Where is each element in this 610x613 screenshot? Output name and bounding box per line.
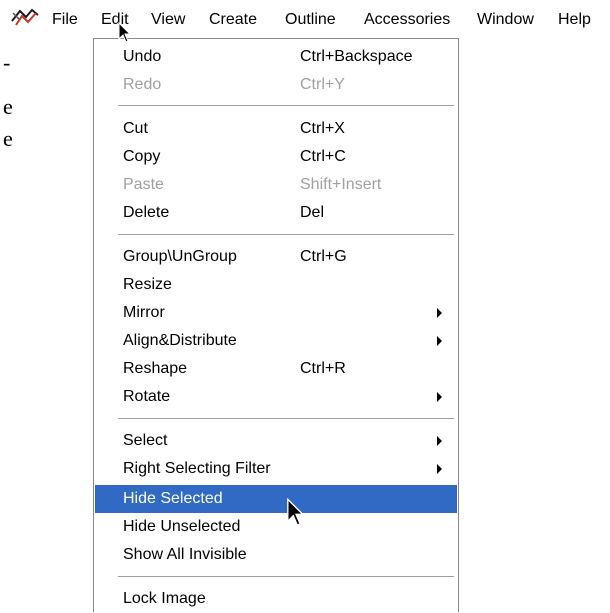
menu-item-align-distribute[interactable]: Align&Distribute <box>95 327 457 355</box>
menu-item-right-selecting-filter[interactable]: Right Selecting Filter <box>95 455 457 483</box>
menu-item-redo[interactable]: Redo Ctrl+Y <box>95 71 457 99</box>
menu-item-label: Paste <box>123 176 164 193</box>
menu-item-label: Right Selecting Filter <box>123 460 271 477</box>
menu-item-show-all-invisible[interactable]: Show All Invisible <box>95 541 457 569</box>
menu-help[interactable]: Help <box>558 10 591 30</box>
menu-item-label: Rotate <box>123 388 171 405</box>
menu-item-label: Select <box>123 432 168 449</box>
menu-separator <box>118 105 454 107</box>
menu-item-select[interactable]: Select <box>95 427 457 455</box>
menu-item-reshape[interactable]: Reshape Ctrl+R <box>95 355 457 383</box>
menu-item-label: Resize <box>123 276 172 293</box>
submenu-arrow-icon <box>437 308 442 318</box>
menu-item-delete[interactable]: Delete Del <box>95 199 457 227</box>
menu-item-label: Align&Distribute <box>123 332 237 349</box>
menu-item-paste[interactable]: Paste Shift+Insert <box>95 171 457 199</box>
menu-separator <box>118 576 454 578</box>
menu-separator <box>118 234 454 236</box>
submenu-arrow-icon <box>437 336 442 346</box>
menu-item-resize[interactable]: Resize <box>95 271 457 299</box>
background-text: e <box>3 126 13 151</box>
menu-item-hide-selected[interactable]: Hide Selected <box>95 485 457 513</box>
menu-item-mirror[interactable]: Mirror <box>95 299 457 327</box>
menu-item-group-ungroup[interactable]: Group\UnGroup Ctrl+G <box>95 243 457 271</box>
menu-item-label: Delete <box>123 204 170 221</box>
menu-item-rotate[interactable]: Rotate <box>95 383 457 411</box>
menu-separator <box>118 418 454 420</box>
menu-item-label: Copy <box>123 148 161 165</box>
menu-item-hide-unselected[interactable]: Hide Unselected <box>95 513 457 541</box>
menu-item-shortcut: Ctrl+X <box>300 120 345 137</box>
menu-item-label: Mirror <box>123 304 165 321</box>
menu-item-shortcut: Ctrl+Y <box>300 76 345 93</box>
menu-item-shortcut: Ctrl+R <box>300 360 346 377</box>
menu-outline[interactable]: Outline <box>285 10 336 30</box>
menu-item-label: Undo <box>123 48 162 65</box>
menu-window[interactable]: Window <box>477 10 534 30</box>
menu-item-cut[interactable]: Cut Ctrl+X <box>95 115 457 143</box>
menu-item-undo[interactable]: Undo Ctrl+Backspace <box>95 43 457 71</box>
menu-create[interactable]: Create <box>209 10 257 30</box>
mouse-pointer-icon <box>118 22 132 43</box>
menu-item-shortcut: Del <box>300 204 325 221</box>
menu-item-shortcut: Ctrl+Backspace <box>300 48 413 65</box>
menu-view[interactable]: View <box>151 10 185 30</box>
menu-item-shortcut: Ctrl+C <box>300 148 346 165</box>
menu-item-label: Redo <box>123 76 162 93</box>
menu-item-label: Lock Image <box>123 590 206 607</box>
menu-item-label: Hide Unselected <box>123 518 241 535</box>
mouse-pointer-icon <box>287 498 305 527</box>
menu-item-label: Hide Selected <box>123 490 223 507</box>
menu-file[interactable]: File <box>52 10 78 30</box>
menu-item-label: Show All Invisible <box>123 546 247 563</box>
menu-accessories[interactable]: Accessories <box>364 10 450 30</box>
app-logo-icon <box>11 8 39 26</box>
menu-item-shortcut: Shift+Insert <box>300 176 382 193</box>
edit-menu-dropdown: Undo Ctrl+Backspace Redo Ctrl+Y Cut Ctrl… <box>93 38 459 612</box>
menu-item-label: Cut <box>123 120 148 137</box>
background-text: - <box>3 50 11 75</box>
menu-item-label: Group\UnGroup <box>123 248 237 265</box>
menu-item-copy[interactable]: Copy Ctrl+C <box>95 143 457 171</box>
submenu-arrow-icon <box>437 464 442 474</box>
submenu-arrow-icon <box>437 392 442 402</box>
background-text: e <box>3 94 13 119</box>
submenu-arrow-icon <box>437 436 442 446</box>
menu-item-lock-image[interactable]: Lock Image <box>95 585 457 613</box>
menu-item-label: Reshape <box>123 360 188 377</box>
menu-bar: File Edit View Create Outline Accessorie… <box>0 0 610 38</box>
menu-item-shortcut: Ctrl+G <box>300 248 347 265</box>
